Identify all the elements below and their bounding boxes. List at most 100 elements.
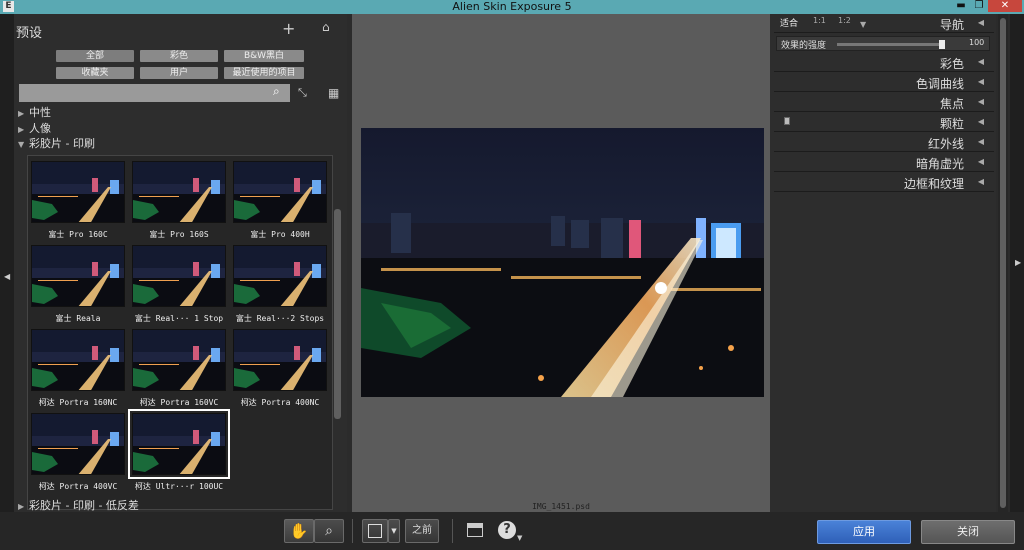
preset-label: 柯达 Portra 400NC xyxy=(240,398,320,407)
tree-item-color-film-print[interactable]: ▼ 彩胶片 - 印刷 xyxy=(18,135,95,151)
section-header[interactable]: 暗角虚光 ◀ xyxy=(774,153,994,172)
apply-button[interactable]: 应用 xyxy=(817,520,911,544)
zoom-tool-button[interactable]: ⌕ xyxy=(314,519,344,543)
close-button[interactable]: 关闭 xyxy=(921,520,1015,544)
expand-section-icon: ◀ xyxy=(977,157,984,166)
expand-icon: ▶ xyxy=(18,502,25,511)
preset-thumbnail[interactable] xyxy=(132,245,226,307)
section-header[interactable]: 彩色 ◀ xyxy=(774,53,994,72)
filter-user[interactable]: 用户 xyxy=(140,67,218,79)
single-view-icon xyxy=(368,524,382,538)
preset-thumbnail[interactable] xyxy=(233,161,327,223)
navigation-row[interactable]: 适合 1:1 1:2 ▼ 导航 ◀ xyxy=(774,14,994,33)
panel-title: 预设 xyxy=(16,26,43,41)
section-header[interactable]: 颗粒 ◀ xyxy=(774,113,994,132)
close-window-button[interactable]: ✕ xyxy=(988,0,1022,12)
minimize-icon: ▬ xyxy=(956,0,966,11)
filter-all[interactable]: 全部 xyxy=(56,50,134,62)
preset-scrollbar[interactable] xyxy=(334,209,341,419)
preset-thumbnail[interactable] xyxy=(31,161,125,223)
presets-panel: 预设 + ⌂ 全部 彩色 B&W黑白 收藏夹 用户 最近使用的项目 ⌕ ⤡ ▦ … xyxy=(14,14,347,512)
enable-toggle[interactable] xyxy=(784,117,790,125)
search-icon[interactable]: ⌕ xyxy=(273,84,280,99)
collapse-right-icon: ▶ xyxy=(1015,258,1022,267)
preset-preview xyxy=(234,246,326,306)
filter-color[interactable]: 彩色 xyxy=(140,50,218,62)
section-label: 色调曲线 xyxy=(915,77,964,91)
compare-dropdown[interactable]: ▼ xyxy=(388,519,400,543)
preset-label: 富士 Reala xyxy=(55,314,101,323)
section-header[interactable]: 色调曲线 ◀ xyxy=(774,73,994,92)
zoom-dropdown-icon[interactable]: ▼ xyxy=(860,20,866,29)
tree-item-neutral[interactable]: ▶ 中性 xyxy=(18,104,51,120)
preset-preview xyxy=(133,330,225,390)
preset-thumbnail[interactable] xyxy=(132,329,226,391)
section-label: 导航 xyxy=(939,18,964,32)
expand-section-icon: ◀ xyxy=(977,137,984,146)
preview-image[interactable] xyxy=(361,128,764,397)
preset-label: 富士 Pro 400H xyxy=(250,230,310,239)
add-preset-button[interactable]: + xyxy=(282,19,295,38)
expand-section-icon: ◀ xyxy=(977,117,984,126)
left-panel-toggle[interactable]: ◀ xyxy=(0,14,14,512)
zoom-100-button[interactable]: 1:1 xyxy=(813,16,826,25)
layout-icon[interactable] xyxy=(467,523,483,537)
restore-button[interactable]: ❐ xyxy=(970,0,988,12)
search-input[interactable]: ⌕ xyxy=(19,84,290,102)
section-label: 彩色 xyxy=(939,57,964,71)
tree-item-low-contrast[interactable]: ▶ 彩胶片 - 印刷 - 低反差 xyxy=(18,497,139,513)
preset-thumbnail[interactable] xyxy=(128,409,230,479)
preview-area: IMG_1451.psd xyxy=(352,14,770,512)
preset-thumbnail[interactable] xyxy=(132,161,226,223)
preset-preview xyxy=(32,330,124,390)
section-header[interactable]: 边框和纹理 ◀ xyxy=(774,173,994,192)
preset-label: 柯达 Portra 160VC xyxy=(139,398,219,407)
collapse-all-icon[interactable]: ⤡ xyxy=(298,86,307,100)
collapse-left-icon: ◀ xyxy=(4,272,11,281)
preset-preview xyxy=(133,414,225,474)
close-icon: ✕ xyxy=(1000,0,1010,11)
separator xyxy=(352,519,353,543)
filter-bw[interactable]: B&W黑白 xyxy=(224,50,304,62)
adjustments-panel: 适合 1:1 1:2 ▼ 导航 ◀ 效果的强度 100 彩色 ◀ 色调曲线 ◀ 焦点 ◀ 颗… xyxy=(770,14,996,512)
expand-section-icon: ◀ xyxy=(977,97,984,106)
preset-preview xyxy=(133,162,225,222)
tree-item-portrait[interactable]: ▶ 人像 xyxy=(18,120,51,136)
title-bar: E Alien Skin Exposure 5 ▬ ❐ ✕ xyxy=(0,0,1024,14)
section-label: 边框和纹理 xyxy=(903,177,964,191)
expand-section-icon: ◀ xyxy=(977,77,984,86)
expand-section-icon: ◀ xyxy=(977,177,984,186)
expand-icon: ▶ xyxy=(18,125,25,134)
home-button[interactable]: ⌂ xyxy=(322,20,330,34)
zoom-fit-button[interactable]: 适合 xyxy=(780,16,798,29)
hand-icon: ✋ xyxy=(289,522,309,540)
minimize-button[interactable]: ▬ xyxy=(952,0,970,12)
preset-thumbnail[interactable] xyxy=(233,245,327,307)
restore-icon: ❐ xyxy=(974,0,984,11)
section-label: 焦点 xyxy=(939,97,964,111)
hand-tool-button[interactable]: ✋ xyxy=(284,519,314,543)
scroll-thumb[interactable] xyxy=(1000,18,1006,508)
preset-thumbnail[interactable] xyxy=(31,245,125,307)
section-header[interactable]: 红外线 ◀ xyxy=(774,133,994,152)
filter-recent[interactable]: 最近使用的项目 xyxy=(224,67,304,79)
preset-thumbnail[interactable] xyxy=(31,329,125,391)
zoom-50-button[interactable]: 1:2 xyxy=(838,16,851,25)
expand-icon: ▶ xyxy=(18,109,25,118)
right-scrollbar[interactable] xyxy=(998,14,1008,512)
preset-thumbnail[interactable] xyxy=(31,413,125,475)
collapse-section-icon: ◀ xyxy=(977,18,984,27)
slider-knob[interactable] xyxy=(939,40,945,49)
right-panel-toggle[interactable]: ▶ xyxy=(1010,14,1024,512)
preset-thumbnails: 富士 Pro 160C 富士 Pro 160S 富士 Pro 400H 富士 Real… xyxy=(27,155,333,510)
compare-mode-button[interactable] xyxy=(362,519,388,543)
grid-view-icon[interactable]: ▦ xyxy=(328,86,339,100)
filter-favorites[interactable]: 收藏夹 xyxy=(56,67,134,79)
preset-thumbnail[interactable] xyxy=(233,329,327,391)
before-button[interactable]: 之前 xyxy=(405,519,439,543)
help-dropdown-icon[interactable]: ▼ xyxy=(517,534,522,542)
help-icon[interactable]: ? xyxy=(498,521,516,539)
strength-slider[interactable] xyxy=(837,40,945,49)
section-header[interactable]: 焦点 ◀ xyxy=(774,93,994,112)
bottom-toolbar: ✋ ⌕ ▼ 之前 ? ▼ 应用 关闭 xyxy=(0,512,1024,550)
